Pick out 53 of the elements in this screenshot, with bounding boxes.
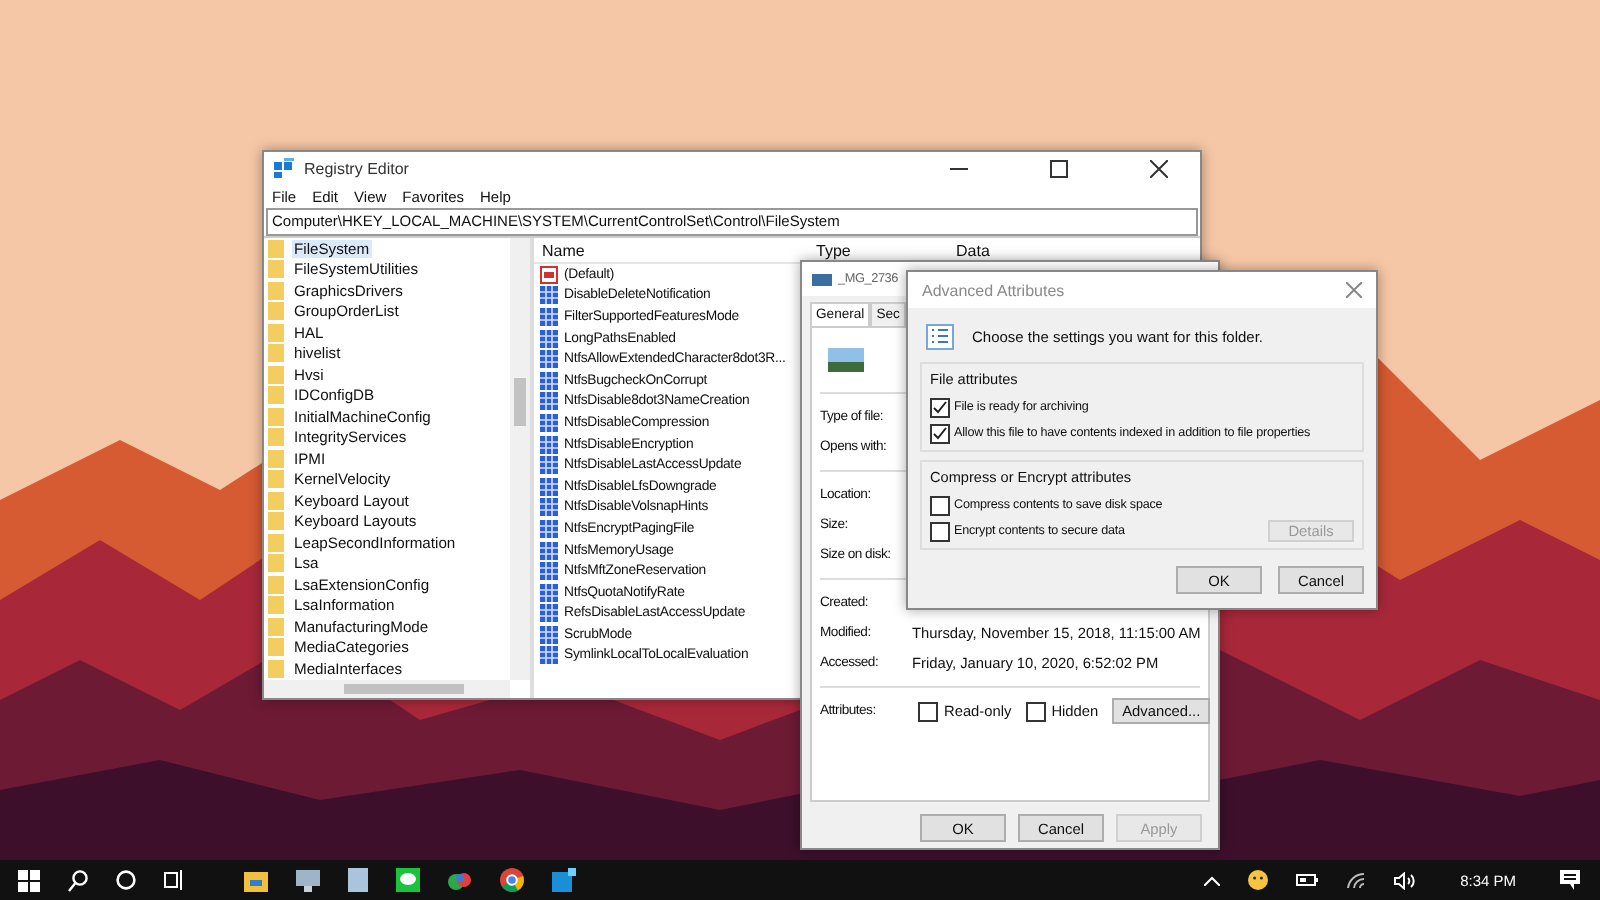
grid-value-icon [540,625,558,644]
checkbox[interactable] [1025,701,1046,721]
grid-value-icon [540,371,558,390]
grid-value-icon [540,435,558,454]
grid-value-icon [540,350,558,369]
computer-icon[interactable] [296,869,320,891]
text-value-icon [540,265,558,284]
list-icon [926,324,954,350]
maximize-icon[interactable] [1050,159,1068,177]
registry-editor-icon [274,158,294,178]
grid-value-icon [540,413,558,432]
grid-value-icon [540,604,558,623]
image-icon [812,273,832,285]
grid-value-icon [540,646,558,665]
smiley-icon[interactable] [1248,870,1269,890]
grid-value-icon [540,329,558,348]
scrollbar[interactable] [264,680,510,698]
close-icon[interactable] [1150,159,1168,177]
battery-icon[interactable] [1296,874,1319,886]
grid-value-icon [540,541,558,560]
grid-value-icon [540,477,558,496]
checkbox[interactable] [930,521,950,541]
task-view-icon[interactable] [164,870,184,890]
notification-icon[interactable] [1560,870,1580,890]
scrollbar[interactable] [510,238,530,680]
grid-value-icon [540,583,558,602]
speaker-icon[interactable] [1394,871,1417,889]
grid-value-icon [540,286,558,305]
window-title: Advanced Attributes [922,281,1065,299]
column-header[interactable]: Name [534,241,806,259]
wifi-icon[interactable] [1346,871,1367,889]
checkbox[interactable] [930,423,950,443]
window-title: Registry Editor [304,159,409,177]
grid-value-icon [540,456,558,475]
grid-value-icon [540,519,558,538]
chevron-up-icon[interactable] [1204,875,1221,885]
app-icon[interactable] [552,868,576,892]
colorful-app-icon[interactable] [448,869,472,891]
grid-value-icon [540,307,558,326]
checkbox[interactable] [930,495,950,515]
image-icon [828,348,864,372]
checkbox[interactable] [930,397,950,417]
circle-icon[interactable] [116,870,136,890]
chrome-icon[interactable] [500,868,524,892]
checkbox[interactable] [918,701,938,721]
column-header[interactable]: Data [948,241,990,259]
column-header[interactable]: Type [806,241,948,259]
windows-start-icon[interactable] [18,869,40,891]
grid-value-icon [540,392,558,411]
search-icon[interactable] [68,869,88,891]
grid-value-icon [540,498,558,517]
grid-value-icon [540,562,558,581]
folder-icon[interactable] [244,869,268,891]
